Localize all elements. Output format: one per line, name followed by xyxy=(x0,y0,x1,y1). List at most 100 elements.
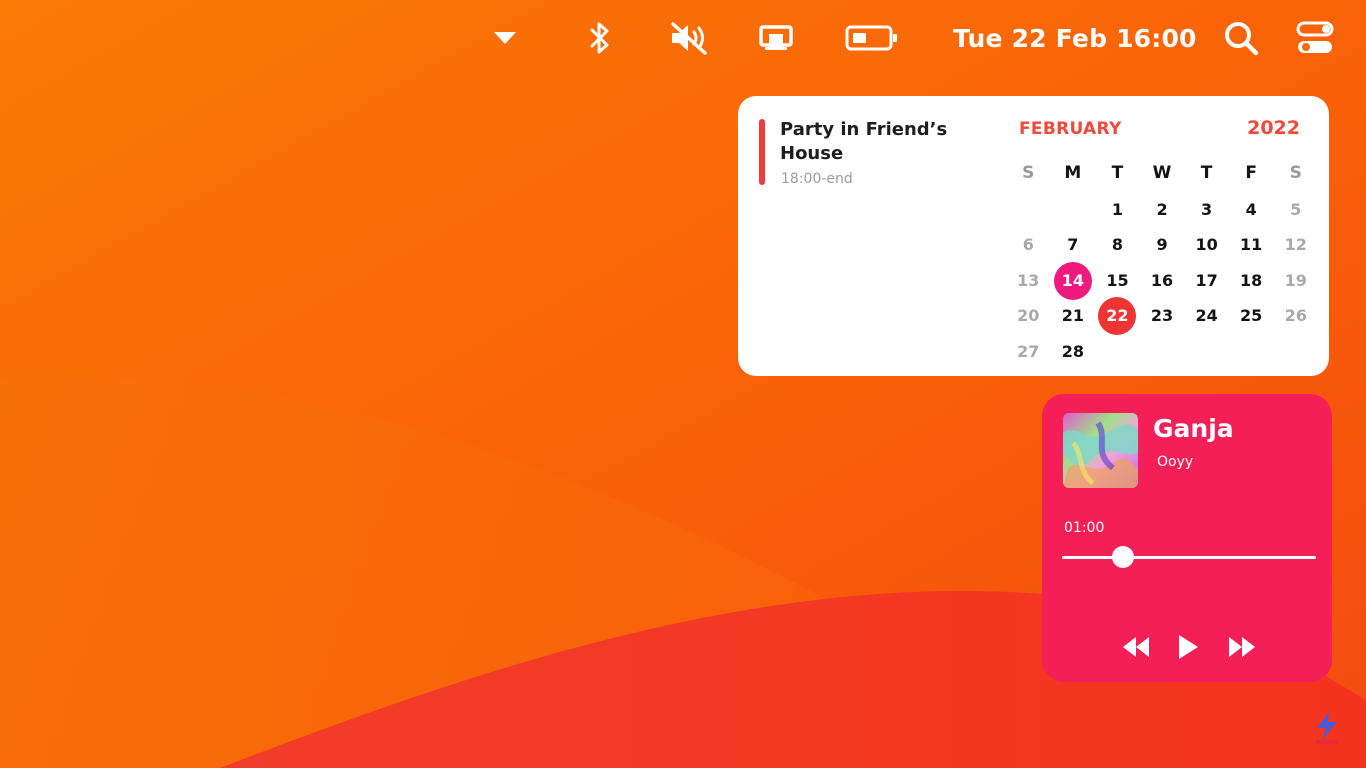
play-icon[interactable] xyxy=(1176,630,1200,664)
calendar-week-row: 27 28 xyxy=(1006,334,1318,370)
calendar-day-number: 18 xyxy=(1240,270,1263,290)
calendar-empty-cell xyxy=(1140,334,1185,370)
calendar-day[interactable]: 7 xyxy=(1051,227,1096,263)
calendar-day-number: 6 xyxy=(1022,235,1034,254)
menu-bar: Tue 22 Feb 16:00 xyxy=(0,0,1366,76)
calendar-day-number: 7 xyxy=(1067,235,1079,254)
calendar-day[interactable]: 16 xyxy=(1140,263,1185,299)
calendar-day[interactable]: 28 xyxy=(1051,334,1096,370)
calendar-day-number: 12 xyxy=(1284,235,1307,254)
calendar-day[interactable]: 1 xyxy=(1095,192,1140,228)
calendar-day[interactable]: 27 xyxy=(1006,334,1051,370)
calendar-day[interactable]: 3 xyxy=(1184,192,1229,228)
calendar-week-row: 1 2 3 4 5 xyxy=(1006,192,1318,228)
progress-slider[interactable] xyxy=(1062,546,1316,568)
event-title[interactable]: Party in Friend’s House xyxy=(780,118,980,166)
song-title: Ganja xyxy=(1153,414,1234,443)
progress-knob[interactable] xyxy=(1111,546,1134,568)
search-icon[interactable] xyxy=(1222,16,1260,60)
event-time: 18:00-end xyxy=(781,171,853,187)
calendar-day-number: 16 xyxy=(1150,270,1174,290)
calendar-empty-cell xyxy=(1184,334,1229,370)
event-color-bar xyxy=(759,119,765,185)
calendar-day-number: 25 xyxy=(1240,306,1263,325)
calendar-day[interactable]: 21 xyxy=(1051,298,1096,334)
calendar-day[interactable]: 11 xyxy=(1229,227,1274,263)
calendar-day[interactable]: 6 xyxy=(1006,227,1051,263)
calendar-day[interactable]: 23 xyxy=(1140,298,1185,334)
calendar-day-number: 2 xyxy=(1156,199,1168,219)
display-icon[interactable] xyxy=(756,16,796,60)
calendar-day[interactable]: 5 xyxy=(1273,192,1318,228)
calendar-day-number: 17 xyxy=(1195,270,1218,290)
calendar-day-number: 23 xyxy=(1150,306,1174,325)
calendar-day[interactable]: 17 xyxy=(1184,263,1229,299)
calendar-day-number: 26 xyxy=(1284,306,1307,325)
rewind-icon[interactable] xyxy=(1120,630,1152,664)
calendar-empty-cell xyxy=(1229,334,1274,370)
calendar-day[interactable]: 4 xyxy=(1229,192,1274,228)
calendar-day[interactable]: 20 xyxy=(1006,298,1051,334)
calendar-day-number: 24 xyxy=(1195,306,1218,325)
calendar-day-number: 8 xyxy=(1111,235,1124,254)
calendar-day-number: 28 xyxy=(1061,341,1084,361)
fast-forward-icon[interactable] xyxy=(1226,630,1258,664)
calendar-year: 2022 xyxy=(1247,117,1300,139)
calendar-weekday: S xyxy=(1289,163,1302,183)
calendar-week-row: 20 21 22 23 24 25 26 xyxy=(1006,297,1318,335)
calendar-empty-cell xyxy=(1006,192,1051,228)
watermark-logo xyxy=(1313,710,1341,744)
calendar-weekday: S xyxy=(1022,163,1035,183)
bluetooth-icon[interactable] xyxy=(586,16,614,60)
calendar-day[interactable]: 25 xyxy=(1229,298,1274,334)
calendar-day[interactable]: 9 xyxy=(1140,227,1185,263)
control-center-icon[interactable] xyxy=(1294,16,1336,60)
calendar-grid: S M T W T F S 1 2 3 4 5 6 7 8 9 10 11 12 13 14 15 16 17 18 19 20 21… xyxy=(1006,156,1318,369)
calendar-weekday: T xyxy=(1111,163,1124,183)
calendar-widget[interactable]: Party in Friend’s House 18:00-end FEBRUA… xyxy=(738,96,1329,376)
calendar-day[interactable]: 12 xyxy=(1273,227,1318,263)
calendar-day[interactable]: 2 xyxy=(1140,192,1185,228)
calendar-day-number: 10 xyxy=(1195,235,1218,254)
calendar-day[interactable]: 26 xyxy=(1273,298,1318,334)
calendar-day-number: 1 xyxy=(1111,199,1124,219)
calendar-day-today[interactable]: 22 xyxy=(1095,297,1140,335)
album-art[interactable] xyxy=(1063,413,1138,488)
calendar-day[interactable]: 18 xyxy=(1229,263,1274,299)
calendar-day[interactable]: 15 xyxy=(1095,263,1140,299)
calendar-weekday: T xyxy=(1200,163,1213,183)
music-player-widget: Ganja Ooyy 01:00 xyxy=(1042,394,1332,682)
calendar-day-number: 5 xyxy=(1290,199,1302,219)
calendar-week-row: 13 14 15 16 17 18 19 xyxy=(1006,261,1318,300)
calendar-month: FEBRUARY xyxy=(1019,119,1122,139)
calendar-weekday-row: SMTWTFS xyxy=(1006,156,1318,192)
calendar-day-number: 13 xyxy=(1017,270,1040,290)
battery-icon[interactable] xyxy=(844,16,900,60)
mute-icon[interactable] xyxy=(668,16,712,60)
calendar-day-number: 3 xyxy=(1201,199,1213,219)
calendar-day[interactable]: 10 xyxy=(1184,227,1229,263)
calendar-day-number: 14 xyxy=(1053,261,1092,300)
calendar-weekday: W xyxy=(1152,163,1172,183)
calendar-day-marked[interactable]: 14 xyxy=(1051,261,1096,300)
calendar-day[interactable]: 19 xyxy=(1273,263,1318,299)
calendar-empty-cell xyxy=(1095,334,1140,370)
calendar-day-number: 4 xyxy=(1245,199,1257,219)
calendar-day-number: 20 xyxy=(1017,306,1040,325)
dropdown-icon[interactable] xyxy=(490,16,520,60)
calendar-empty-cell xyxy=(1273,334,1318,370)
calendar-day-number: 27 xyxy=(1017,341,1040,361)
calendar-weekday: M xyxy=(1064,163,1082,183)
calendar-day-number: 15 xyxy=(1106,270,1129,290)
calendar-week-row: 6 7 8 9 10 11 12 xyxy=(1006,227,1318,263)
calendar-day[interactable]: 8 xyxy=(1095,227,1140,263)
song-artist: Ooyy xyxy=(1157,454,1194,470)
calendar-day-number: 19 xyxy=(1284,270,1307,290)
calendar-day-number: 11 xyxy=(1240,235,1263,254)
calendar-weekday: F xyxy=(1245,163,1257,183)
calendar-day-number: 9 xyxy=(1156,235,1168,254)
menu-bar-clock[interactable]: Tue 22 Feb 16:00 xyxy=(953,16,1197,60)
calendar-day[interactable]: 13 xyxy=(1006,263,1051,299)
elapsed-time: 01:00 xyxy=(1064,520,1105,536)
calendar-day[interactable]: 24 xyxy=(1184,298,1229,334)
